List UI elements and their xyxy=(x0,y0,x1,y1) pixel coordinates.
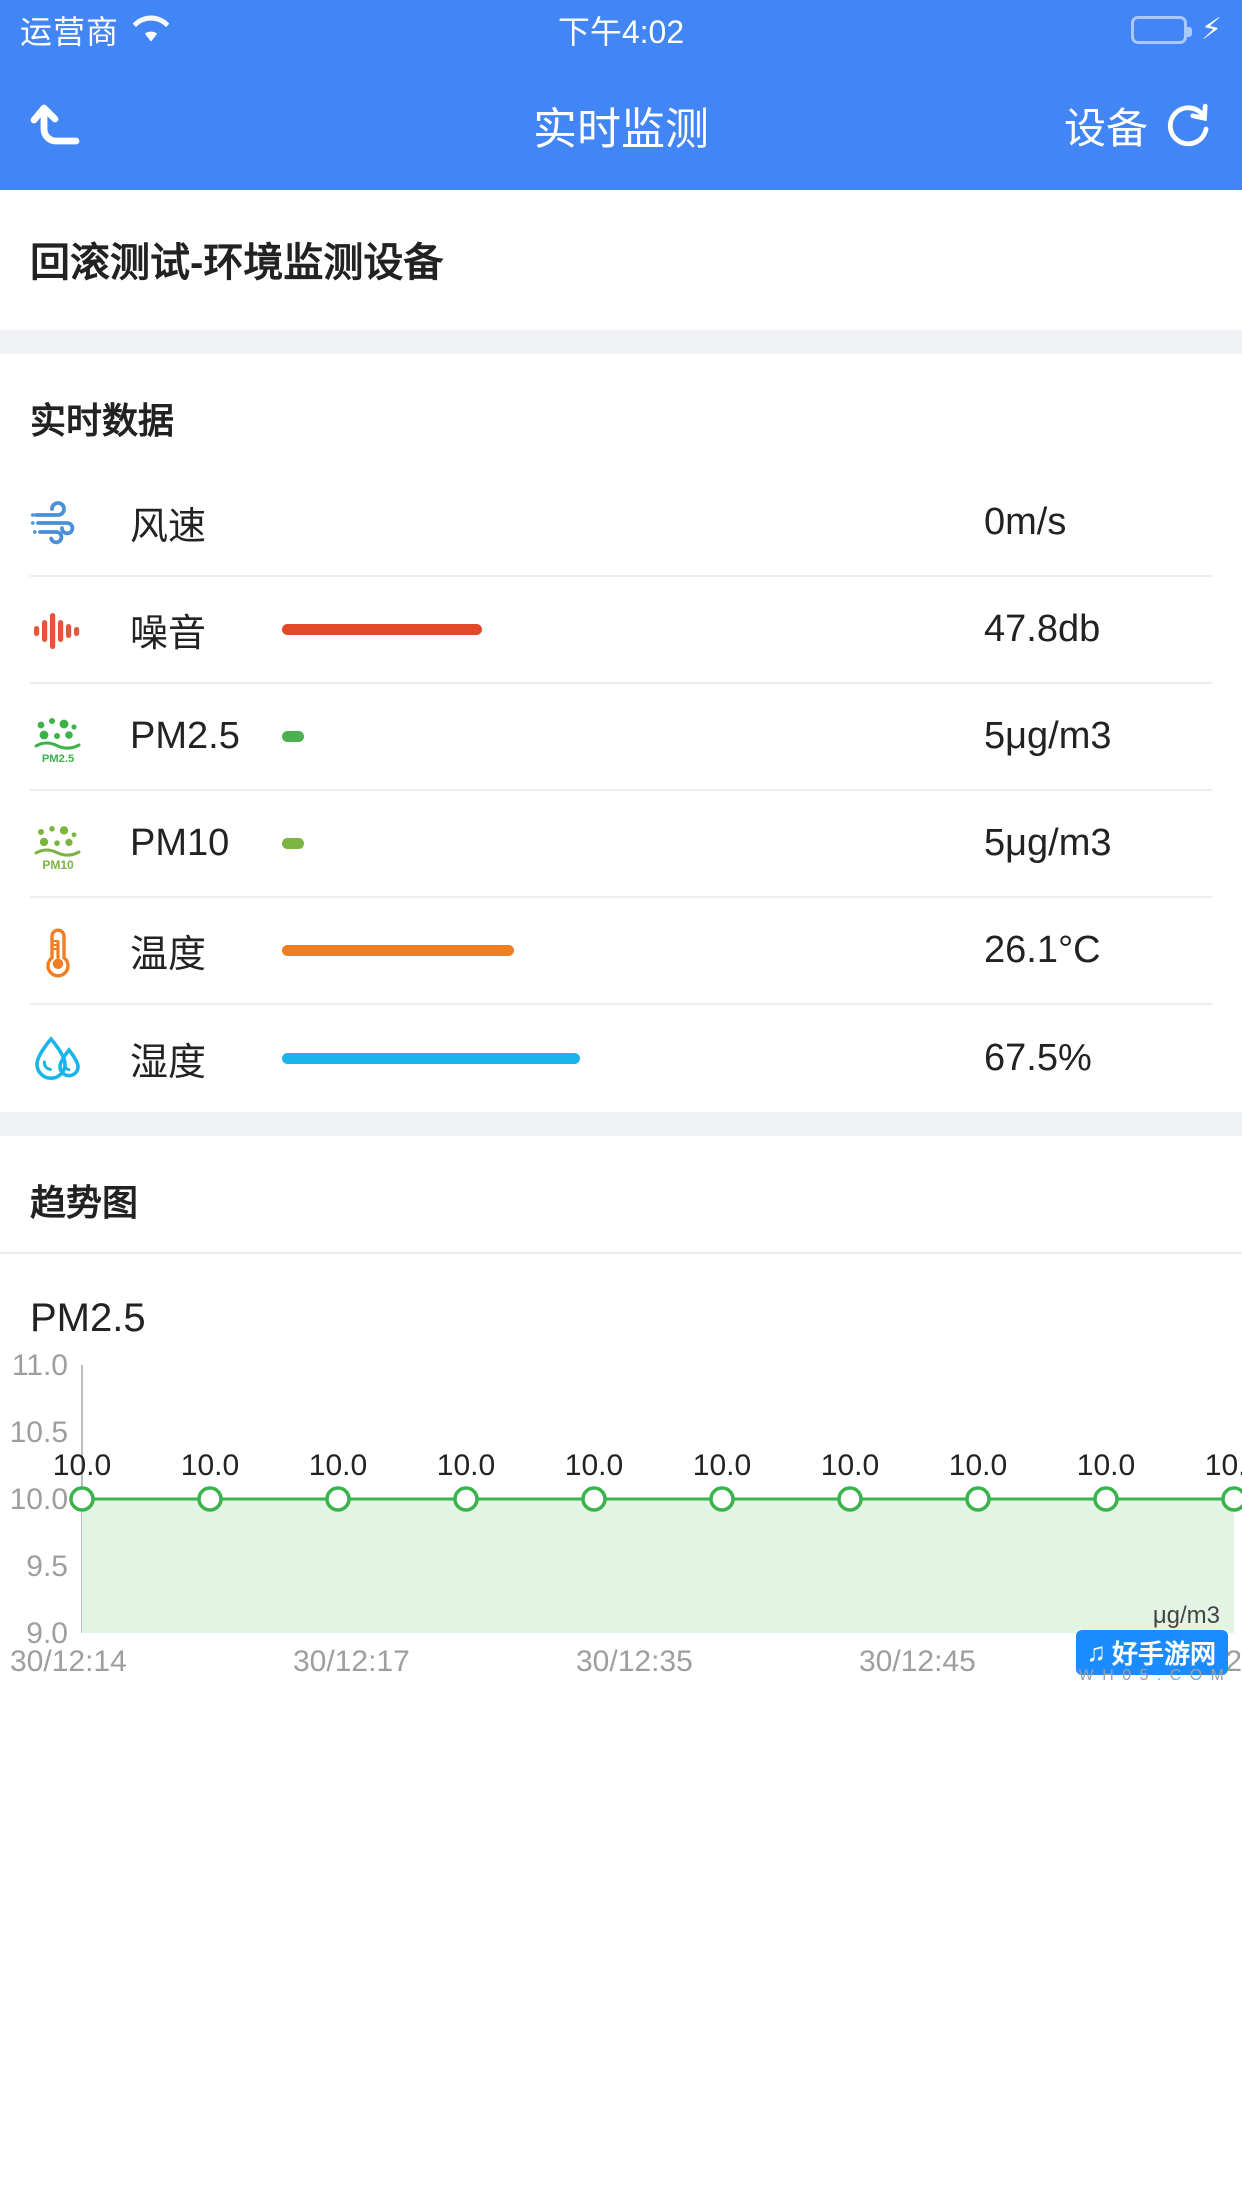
temperature-icon xyxy=(30,923,92,979)
row-bar xyxy=(272,731,972,742)
table-row[interactable]: 风速 0m/s xyxy=(30,470,1212,577)
chart-svg: 11.010.510.09.59.010.0 10.0 10.0 10.0 10.0 10… xyxy=(10,1351,1242,1678)
watermark-subtitle: W H 0 5 . C O M xyxy=(1078,1667,1226,1684)
status-bar-time: 下午4:02 xyxy=(557,14,685,50)
table-row[interactable]: PM10 PM10 5μg/m3 xyxy=(30,791,1212,898)
svg-text:10.0: 10.0 xyxy=(309,1449,367,1482)
refresh-icon[interactable] xyxy=(1162,99,1214,151)
row-label: 噪音 xyxy=(130,613,207,655)
svg-text:10.0: 10.0 xyxy=(437,1449,495,1482)
realtime-row-list: 风速 0m/s 噪音 47.8db PM2.5 PM2.5 5μg/m3 PM1… xyxy=(0,470,1242,1112)
status-bar-left: 运营商 xyxy=(20,7,171,53)
trend-section-title: 趋势图 xyxy=(0,1136,1242,1254)
row-value: 5μg/m3 xyxy=(984,822,1112,864)
pm25-trend-chart[interactable]: 11.0 10.5 10.0 9.5 9.0 10.0 10.0 10.0 10.0 10.0 10… xyxy=(0,1351,1242,1684)
section-divider xyxy=(0,330,1242,354)
row-bar xyxy=(272,945,972,956)
row-value: 0m/s xyxy=(984,501,1067,543)
svg-text:μg/m3: μg/m3 xyxy=(1153,1602,1220,1629)
row-bar xyxy=(272,1053,972,1064)
svg-text:10.0: 10.0 xyxy=(1205,1449,1242,1482)
row-label: 湿度 xyxy=(130,1042,207,1084)
svg-text:10.0: 10.0 xyxy=(181,1449,239,1482)
row-bar xyxy=(272,624,972,635)
row-label: 温度 xyxy=(130,934,207,976)
row-value: 67.5% xyxy=(984,1037,1092,1079)
realtime-data-section: 实时数据 风速 0m/s 噪音 47.8db PM2.5 PM2.5 5μg/m… xyxy=(0,354,1242,1112)
status-bar: 运营商 下午4:02 ⚡ xyxy=(0,0,1242,60)
section-divider xyxy=(0,1112,1242,1136)
battery-full-icon xyxy=(1130,16,1192,44)
row-label: PM2.5 xyxy=(130,715,240,757)
svg-text:10.0: 10.0 xyxy=(53,1449,111,1482)
charging-bolt-icon: ⚡ xyxy=(1200,13,1222,46)
watermark-icon: ♫ xyxy=(1086,1637,1106,1667)
wifi-icon xyxy=(131,12,171,49)
svg-text:10.0: 10.0 xyxy=(949,1449,1007,1482)
row-label: PM10 xyxy=(130,822,230,864)
row-label: 风速 xyxy=(130,506,207,548)
table-row[interactable]: 噪音 47.8db xyxy=(30,577,1212,684)
pm25-icon: PM2.5 xyxy=(30,709,92,765)
svg-text:10.0: 10.0 xyxy=(1077,1449,1135,1482)
carrier-label: 运营商 xyxy=(20,14,120,50)
nav-right-group[interactable]: 设备 xyxy=(1064,95,1214,156)
realtime-section-title: 实时数据 xyxy=(0,354,1242,470)
page-title: 实时监测 xyxy=(533,105,709,154)
table-row[interactable]: PM2.5 PM2.5 5μg/m3 xyxy=(30,684,1212,791)
chart-card: PM2.5 11.0 10.5 10.0 9.5 9.0 10.0 10.0 10.0 10.0… xyxy=(0,1254,1242,1691)
svg-text:10.0: 10.0 xyxy=(565,1449,623,1482)
nav-bar: 实时监测 设备 xyxy=(0,60,1242,190)
status-bar-right: ⚡ xyxy=(1130,13,1222,46)
back-arrow-icon[interactable] xyxy=(28,96,92,154)
device-button-label[interactable]: 设备 xyxy=(1064,95,1148,156)
svg-text:PM2.5: PM2.5 xyxy=(42,753,74,765)
watermark-subtitle-wrap: W H 0 5 . C O M xyxy=(1079,1667,1226,1685)
svg-text:30/12:14: 30/12:14 xyxy=(10,1645,127,1678)
svg-text:11.0: 11.0 xyxy=(12,1351,68,1382)
chart-title: PM2.5 xyxy=(30,1296,146,1340)
svg-text:10.5: 10.5 xyxy=(10,1416,68,1449)
noise-icon xyxy=(30,602,92,658)
row-value: 5μg/m3 xyxy=(984,715,1112,757)
svg-text:30/12:45: 30/12:45 xyxy=(859,1645,976,1678)
svg-text:30/12:17: 30/12:17 xyxy=(293,1645,410,1678)
svg-text:PM10: PM10 xyxy=(42,858,74,872)
svg-text:9.5: 9.5 xyxy=(26,1550,68,1583)
svg-text:30/12:35: 30/12:35 xyxy=(576,1645,693,1678)
table-row[interactable]: 温度 26.1°C xyxy=(30,898,1212,1005)
device-name: 回滚测试-环境监测设备 xyxy=(0,190,1242,330)
humidity-icon xyxy=(30,1031,92,1087)
wind-speed-icon xyxy=(30,495,92,551)
table-row[interactable]: 湿度 67.5% xyxy=(30,1005,1212,1112)
watermark-title: 好手游网 xyxy=(1111,1639,1216,1669)
row-bar xyxy=(272,838,972,849)
pm10-icon: PM10 xyxy=(30,816,92,872)
row-value: 47.8db xyxy=(984,608,1101,650)
row-value: 26.1°C xyxy=(984,929,1101,971)
svg-text:10.0: 10.0 xyxy=(693,1449,751,1482)
trend-section: 趋势图 PM2.5 11.0 10.5 10.0 9.5 9.0 10.0 10.0 10.0… xyxy=(0,1136,1242,1691)
svg-text:10.0: 10.0 xyxy=(10,1483,68,1516)
svg-text:10.0: 10.0 xyxy=(821,1449,879,1482)
